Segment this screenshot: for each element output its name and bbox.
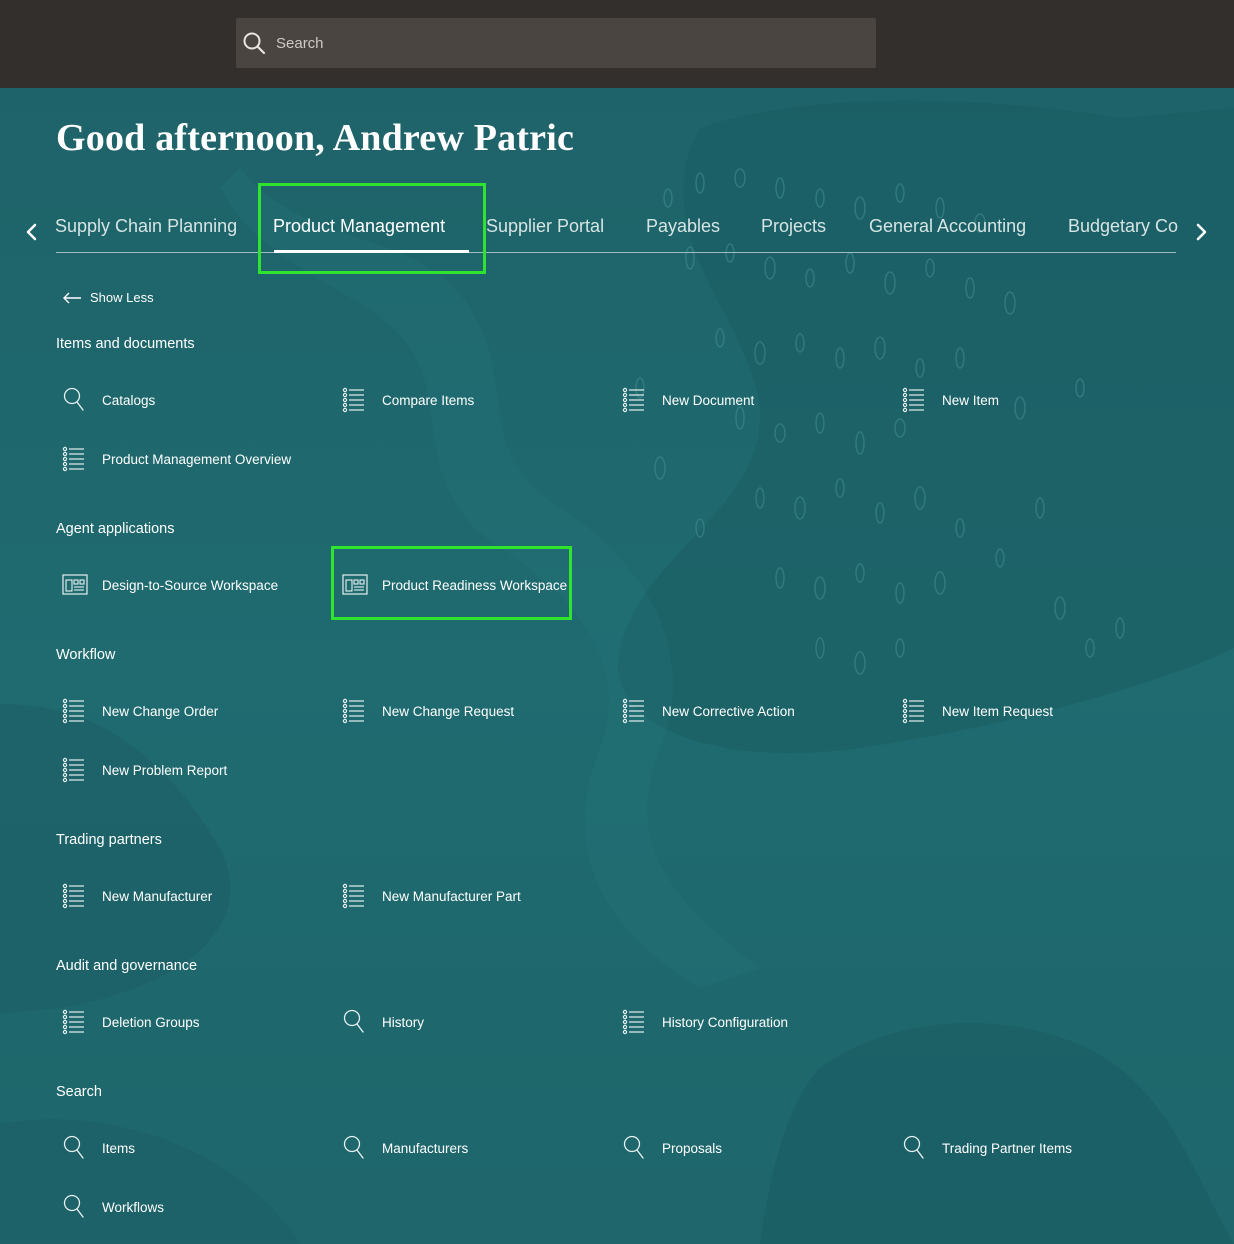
list-icon — [342, 883, 365, 909]
list-icon — [62, 757, 85, 783]
link-design-to-source-workspace[interactable]: Design-to-Source Workspace — [56, 570, 278, 600]
link-new-change-request[interactable]: New Change Request — [336, 696, 514, 726]
tab-general-accounting[interactable]: General Accounting — [869, 216, 1026, 237]
link-product-management-overview[interactable]: Product Management Overview — [56, 444, 291, 474]
chevron-right-icon[interactable] — [1191, 221, 1211, 243]
section-title-trading-partners: Trading partners — [56, 832, 162, 848]
link-label: History Configuration — [662, 1014, 789, 1030]
link-label: Catalogs — [102, 392, 156, 408]
link-search-proposals[interactable]: Proposals — [616, 1133, 722, 1163]
tab-product-management[interactable]: Product Management — [273, 216, 445, 237]
link-new-problem-report[interactable]: New Problem Report — [56, 755, 227, 785]
link-label: New Manufacturer Part — [382, 888, 521, 904]
section-title-items-documents: Items and documents — [56, 336, 195, 352]
link-label: New Corrective Action — [662, 703, 795, 719]
list-icon — [622, 698, 645, 724]
workspace-icon — [62, 574, 88, 595]
link-label: Compare Items — [382, 392, 475, 408]
workspace-icon — [342, 574, 368, 595]
search-icon — [343, 1009, 364, 1033]
link-history-configuration[interactable]: History Configuration — [616, 1007, 788, 1037]
link-search-trading-partner-items[interactable]: Trading Partner Items — [896, 1133, 1072, 1163]
tabs-divider — [56, 252, 1176, 253]
link-label: New Manufacturer — [102, 888, 213, 904]
link-label: New Change Order — [102, 703, 219, 719]
tab-clip: Budgetary Control — [1060, 210, 1178, 246]
link-label: Workflows — [102, 1199, 165, 1215]
link-product-readiness-workspace[interactable]: Product Readiness Workspace — [336, 570, 567, 600]
link-new-manufacturer[interactable]: New Manufacturer — [56, 881, 212, 911]
link-new-item-request[interactable]: New Item Request — [896, 696, 1053, 726]
search-icon — [63, 387, 84, 411]
search-icon — [623, 1135, 644, 1159]
section-title-workflow: Workflow — [56, 647, 116, 663]
link-new-document[interactable]: New Document — [616, 385, 754, 415]
link-label: Deletion Groups — [102, 1014, 200, 1030]
list-icon — [902, 387, 925, 413]
list-icon — [342, 698, 365, 724]
search-input[interactable] — [236, 18, 876, 68]
link-new-manufacturer-part[interactable]: New Manufacturer Part — [336, 881, 521, 911]
section-title-search: Search — [56, 1084, 102, 1100]
link-label: Proposals — [662, 1140, 723, 1156]
list-icon — [622, 1009, 645, 1035]
tab-supply-chain-planning[interactable]: Supply Chain Planning — [55, 216, 237, 237]
link-search-workflows[interactable]: Workflows — [56, 1192, 164, 1222]
link-label: Product Management Overview — [102, 451, 292, 467]
list-icon — [62, 1009, 85, 1035]
tab-budgetary-control[interactable]: Budgetary Control — [1068, 216, 1178, 237]
greeting-title: Good afternoon, Andrew Patric — [56, 117, 575, 159]
link-label: Manufacturers — [382, 1140, 469, 1156]
search-icon — [63, 1135, 84, 1159]
link-label: Items — [102, 1140, 136, 1156]
search-icon — [243, 32, 266, 55]
list-icon — [62, 698, 85, 724]
search-icon — [903, 1135, 924, 1159]
search-icon — [343, 1135, 364, 1159]
link-new-corrective-action[interactable]: New Corrective Action — [616, 696, 795, 726]
list-icon — [62, 883, 85, 909]
link-label: Trading Partner Items — [942, 1140, 1073, 1156]
chevron-left-icon[interactable] — [22, 221, 42, 243]
search-icon — [63, 1194, 84, 1218]
link-new-change-order[interactable]: New Change Order — [56, 696, 218, 726]
show-less-link[interactable]: Show Less — [62, 290, 154, 305]
link-search-items[interactable]: Items — [56, 1133, 135, 1163]
link-search-manufacturers[interactable]: Manufacturers — [336, 1133, 468, 1163]
link-catalogs[interactable]: Catalogs — [56, 385, 155, 415]
link-label: New Document — [662, 392, 755, 408]
arrow-left-icon — [63, 292, 81, 303]
link-label: New Item Request — [942, 703, 1054, 719]
list-icon — [902, 698, 925, 724]
active-tab-indicator — [274, 250, 469, 253]
tab-projects[interactable]: Projects — [761, 216, 826, 237]
link-label: Design-to-Source Workspace — [102, 577, 279, 593]
link-history[interactable]: History — [336, 1007, 424, 1037]
link-label: History — [382, 1014, 425, 1030]
section-title-audit-governance: Audit and governance — [56, 958, 198, 974]
background-pattern — [0, 88, 1234, 1244]
tab-supplier-portal[interactable]: Supplier Portal — [486, 216, 604, 237]
link-compare-items[interactable]: Compare Items — [336, 385, 474, 415]
tab-payables[interactable]: Payables — [646, 216, 720, 237]
link-label: New Change Request — [382, 703, 515, 719]
list-icon — [62, 446, 85, 472]
link-label: New Problem Report — [102, 762, 228, 778]
list-icon — [622, 387, 645, 413]
link-deletion-groups[interactable]: Deletion Groups — [56, 1007, 200, 1037]
list-icon — [342, 387, 365, 413]
link-new-item[interactable]: New Item — [896, 385, 999, 415]
show-less-label: Show Less — [90, 290, 154, 305]
link-label: Product Readiness Workspace — [382, 577, 568, 593]
section-title-agent-applications: Agent applications — [56, 521, 175, 537]
link-label: New Item — [942, 392, 1000, 408]
